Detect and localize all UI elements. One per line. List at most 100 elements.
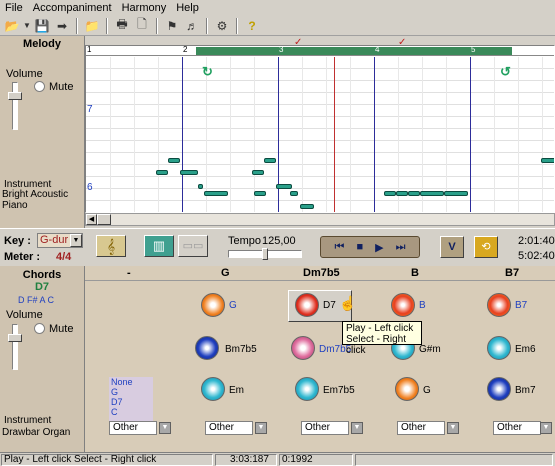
other-dropdown-button[interactable]: ▼ bbox=[255, 422, 267, 434]
octave-7-label: 7 bbox=[87, 104, 93, 115]
chord-button-em[interactable] bbox=[201, 377, 225, 401]
print-icon[interactable]: 🖶 bbox=[113, 17, 131, 34]
chord-button-em6[interactable] bbox=[487, 336, 511, 360]
other-dropdown-button[interactable]: ▼ bbox=[351, 422, 363, 434]
chord-label: Em bbox=[229, 385, 244, 396]
chord-header: G bbox=[221, 267, 230, 279]
chords-panel: Chords D7 D F# A C Volume Mute Instrumen… bbox=[0, 266, 85, 452]
note[interactable] bbox=[254, 191, 266, 196]
print-preview-icon[interactable]: 🗋 bbox=[133, 17, 151, 34]
note[interactable] bbox=[264, 158, 276, 163]
export-icon[interactable]: ➡ bbox=[53, 17, 71, 34]
other-dropdown-button[interactable]: ▼ bbox=[159, 422, 171, 434]
note[interactable] bbox=[420, 191, 444, 196]
list-item[interactable]: None bbox=[111, 377, 153, 387]
note[interactable] bbox=[384, 191, 396, 196]
note[interactable] bbox=[408, 191, 420, 196]
instrument-value[interactable]: Bright Acoustic Piano bbox=[2, 189, 82, 211]
chords-volume-thumb[interactable] bbox=[8, 334, 22, 342]
skip-end-icon[interactable]: ⏭ bbox=[396, 241, 406, 254]
chord-button-g-low[interactable] bbox=[395, 377, 419, 401]
play-icon[interactable]: ▶ bbox=[375, 241, 383, 254]
tempo-value[interactable]: 125,00 bbox=[262, 235, 296, 247]
mute-radio[interactable] bbox=[34, 81, 45, 92]
chord-button-b7[interactable] bbox=[487, 293, 511, 317]
roll-scrollbar[interactable]: ◀ bbox=[85, 213, 555, 226]
stop-icon[interactable]: ■ bbox=[356, 241, 363, 253]
menu-help[interactable]: Help bbox=[171, 2, 204, 14]
bar-ruler[interactable]: 1 2 3 4 5 ✓ ✓ bbox=[86, 37, 554, 56]
note[interactable] bbox=[396, 191, 408, 196]
meter-value[interactable]: 4/4 bbox=[56, 251, 71, 263]
menu-file[interactable]: File bbox=[0, 2, 28, 14]
note[interactable] bbox=[541, 158, 554, 163]
note[interactable] bbox=[204, 191, 228, 196]
chord-history-list[interactable]: None G D7 C bbox=[109, 377, 153, 421]
chords-volume-track[interactable] bbox=[12, 324, 18, 370]
loop-start-icon[interactable]: ↻ bbox=[202, 64, 213, 80]
other-select[interactable]: Other bbox=[301, 421, 349, 435]
chords-mute-radio[interactable] bbox=[34, 323, 45, 334]
tempo-slider-thumb[interactable] bbox=[262, 248, 268, 260]
loop-end-icon[interactable]: ↺ bbox=[500, 64, 511, 80]
status-hint: Play - Left click Select - Right click bbox=[1, 454, 213, 466]
melody-panel: Melody Volume Mute Instrument Bright Aco… bbox=[0, 36, 85, 228]
menu-harmony[interactable]: Harmony bbox=[117, 2, 172, 14]
score-view-button[interactable]: 𝄞 bbox=[96, 235, 126, 257]
volume-slider-thumb[interactable] bbox=[8, 92, 22, 100]
other-select[interactable]: Other bbox=[109, 421, 157, 435]
chord-button-g[interactable] bbox=[201, 293, 225, 317]
menu-accompaniment[interactable]: Accompaniment bbox=[28, 2, 117, 14]
bar-line-2 bbox=[182, 57, 183, 212]
open-folder-icon[interactable]: 📂 bbox=[3, 17, 21, 34]
note[interactable] bbox=[156, 170, 168, 175]
chord-button-d7[interactable] bbox=[295, 293, 319, 317]
note[interactable] bbox=[252, 170, 264, 175]
note[interactable] bbox=[276, 184, 292, 189]
arrange-icon[interactable]: ⚑ bbox=[163, 17, 181, 34]
note[interactable] bbox=[198, 184, 203, 189]
playhead[interactable] bbox=[334, 57, 335, 212]
note[interactable] bbox=[168, 158, 180, 163]
keyboard-view-button[interactable]: ▥ bbox=[144, 235, 174, 257]
other-dropdown-button[interactable]: ▼ bbox=[540, 422, 552, 434]
other-dropdown-button[interactable]: ▼ bbox=[447, 422, 459, 434]
open-icon[interactable]: 📁 bbox=[83, 17, 101, 34]
list-item[interactable]: G bbox=[111, 387, 153, 397]
chord-button-dm7b5[interactable] bbox=[291, 336, 315, 360]
save-icon[interactable]: 💾 bbox=[33, 17, 51, 34]
other-select[interactable]: Other bbox=[205, 421, 253, 435]
other-select[interactable]: Other bbox=[397, 421, 445, 435]
chords-instrument-value[interactable]: Drawbar Organ bbox=[2, 427, 70, 438]
list-item[interactable]: C bbox=[111, 407, 153, 417]
key-label: Key : bbox=[4, 235, 31, 247]
tooltip-line: Select - Right click bbox=[346, 334, 407, 356]
key-dropdown-button[interactable]: ▼ bbox=[70, 234, 82, 247]
scroll-left-button[interactable]: ◀ bbox=[86, 214, 97, 225]
loop-region[interactable] bbox=[196, 47, 512, 55]
chord-button-em7b5[interactable] bbox=[295, 377, 319, 401]
tempo-label: Tempo bbox=[228, 235, 262, 247]
note[interactable] bbox=[180, 170, 198, 175]
chord-button-b[interactable] bbox=[391, 293, 415, 317]
chord-button-bm7b5[interactable] bbox=[195, 336, 219, 360]
other-select[interactable]: Other bbox=[493, 421, 541, 435]
dropdown-icon[interactable]: ▼ bbox=[23, 17, 31, 34]
chord-label: D7 bbox=[323, 300, 336, 311]
note[interactable] bbox=[290, 191, 298, 196]
metronome-button[interactable]: V bbox=[440, 236, 464, 258]
list-item[interactable]: D7 bbox=[111, 397, 153, 407]
skip-start-icon[interactable]: ⏮ bbox=[335, 241, 345, 254]
chord-button-bm7[interactable] bbox=[487, 377, 511, 401]
help-icon[interactable]: ? bbox=[243, 17, 261, 34]
transpose-icon[interactable]: ♬ bbox=[183, 17, 201, 34]
note[interactable] bbox=[300, 204, 314, 209]
scroll-thumb[interactable] bbox=[97, 214, 111, 225]
bar-line-5 bbox=[470, 57, 471, 212]
note[interactable] bbox=[444, 191, 468, 196]
pattern-view-button[interactable]: ▭▭ bbox=[178, 235, 208, 257]
settings-icon[interactable]: ⚙ bbox=[213, 17, 231, 34]
loop-button[interactable]: ⟲ bbox=[474, 236, 498, 258]
piano-roll[interactable]: 7 6 ↻ ↺ bbox=[85, 45, 555, 213]
volume-slider-track[interactable] bbox=[12, 82, 18, 130]
